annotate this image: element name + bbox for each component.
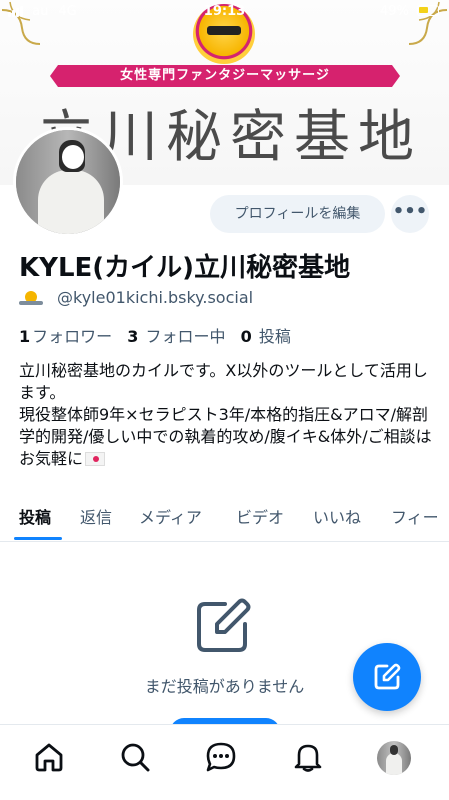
handle: @kyle01kichi.bsky.social <box>57 288 254 307</box>
compose-button[interactable] <box>353 643 421 711</box>
profile-avatar[interactable] <box>13 127 123 237</box>
bottom-navigation <box>0 724 449 800</box>
following-count: 3 <box>127 327 139 346</box>
following-link[interactable]: 3 フォロー中 <box>127 327 225 346</box>
search-icon[interactable] <box>119 741 151 773</box>
bio-line-2: 現役整体師9年×セラピスト3年/本格的指圧&アロマ/解剖学的開発/優しい中での執… <box>19 405 432 468</box>
chat-icon[interactable] <box>205 741 237 773</box>
status-bar: au 4G 19:13 49% <box>0 0 449 24</box>
display-name: KYLE(カイル)立川秘密基地 <box>19 253 351 283</box>
more-options-button[interactable]: ••• <box>391 195 429 233</box>
tab-videos[interactable]: ビデオ <box>236 504 284 528</box>
posts-count: 0 <box>240 327 252 346</box>
bio-line-2-wrap: 現役整体師9年×セラピスト3年/本格的指圧&アロマ/解剖学的開発/優しい中での執… <box>19 404 439 470</box>
profile-tabs: 投稿 返信 メディア ビデオ いいね フィー <box>0 500 449 542</box>
followers-label: フォロワー <box>32 327 113 346</box>
tab-likes[interactable]: いいね <box>313 504 361 528</box>
following-label: フォロー中 <box>145 327 226 346</box>
profile-avatar-nav[interactable] <box>377 741 411 775</box>
home-icon[interactable] <box>33 741 65 773</box>
banner-ribbon: 女性専門ファンタジーマッサージ <box>50 65 400 87</box>
active-tab-indicator <box>14 537 62 540</box>
battery-icon <box>417 5 439 16</box>
love-letter-icon <box>85 452 106 466</box>
posts-label: 投稿 <box>258 327 291 346</box>
battery-indicator: 49% <box>380 4 439 19</box>
sun-icon <box>19 289 43 305</box>
tab-posts[interactable]: 投稿 <box>19 504 51 528</box>
profile-stats: 1 フォロワー 3 フォロー中 0 投稿 <box>19 323 301 347</box>
battery-percent: 49% <box>379 4 409 19</box>
posts-stat: 0 投稿 <box>241 327 291 346</box>
compose-icon <box>374 663 401 690</box>
bio-line-1: 立川秘密基地のカイルです。X以外のツールとして活用します。 <box>19 361 428 402</box>
handle-row: @kyle01kichi.bsky.social <box>19 288 253 307</box>
followers-count: 1 <box>19 327 31 346</box>
profile-bio: 立川秘密基地のカイルです。X以外のツールとして活用します。 現役整体師9年×セラ… <box>19 360 439 470</box>
followers-link[interactable]: 1 フォロワー <box>19 327 112 346</box>
edit-note-icon <box>197 598 251 652</box>
tab-feeds[interactable]: フィー <box>391 504 439 528</box>
tab-media[interactable]: メディア <box>139 504 202 528</box>
edit-profile-button[interactable]: プロフィールを編集 <box>210 195 385 233</box>
tab-replies[interactable]: 返信 <box>80 504 112 528</box>
bell-icon[interactable] <box>292 741 324 773</box>
